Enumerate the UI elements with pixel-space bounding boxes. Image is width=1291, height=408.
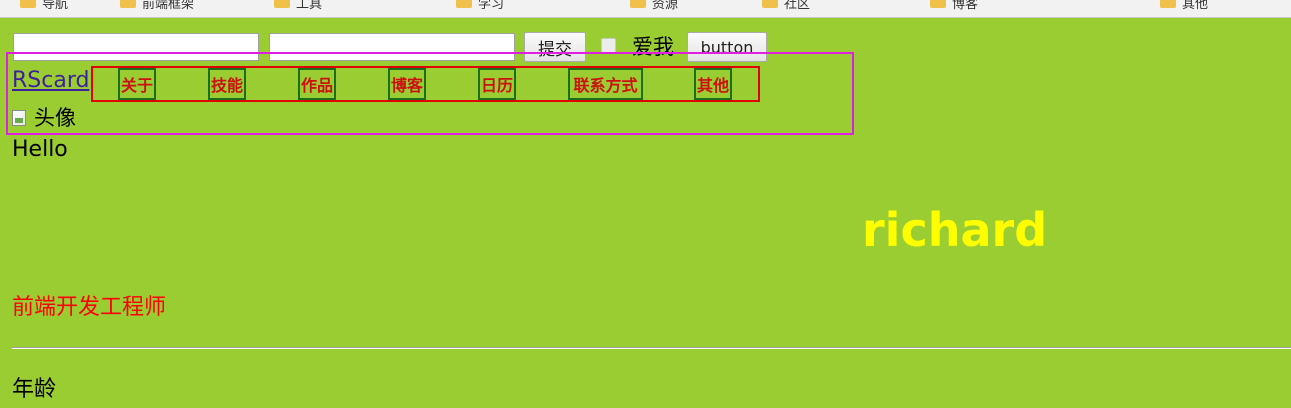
folder-icon [120, 0, 136, 8]
age-label: 年龄 [12, 377, 57, 402]
bookmark-item[interactable]: 资源 [630, 0, 678, 12]
love-me-checkbox[interactable] [601, 38, 616, 53]
bookmark-label: 导航 [42, 0, 69, 12]
job-title: 前端开发工程师 [12, 295, 167, 320]
folder-icon [930, 0, 946, 8]
brand-link[interactable]: RScard [12, 68, 89, 94]
avatar-alt-text: 头像 [34, 106, 76, 130]
horizontal-divider [12, 347, 1291, 349]
nav-item-other[interactable]: 其他 [694, 68, 732, 100]
bookmark-label: 博客 [952, 0, 979, 12]
bookmark-label: 学习 [478, 0, 505, 12]
folder-icon [20, 0, 36, 8]
bookmark-label: 资源 [652, 0, 679, 12]
folder-icon [1160, 0, 1176, 8]
greeting-text: Hello [12, 137, 68, 162]
nav-item-blog[interactable]: 博客 [388, 68, 426, 100]
avatar: 头像 [12, 105, 76, 131]
bookmark-label: 工具 [296, 0, 323, 12]
folder-icon [274, 0, 290, 8]
bookmarks-bar: 导航 前端框架 工具 学习 资源 社区 博客 其他 [0, 0, 1291, 18]
folder-icon [456, 0, 472, 8]
nav-item-calendar[interactable]: 日历 [478, 68, 516, 100]
bookmark-label: 社区 [784, 0, 811, 12]
nav-item-contact[interactable]: 联系方式 [568, 68, 643, 100]
nav-item-about[interactable]: 关于 [118, 68, 156, 100]
bookmark-item[interactable]: 社区 [762, 0, 810, 12]
bookmark-item[interactable]: 学习 [456, 0, 504, 12]
bookmark-item[interactable]: 其他 [1160, 0, 1208, 12]
folder-icon [630, 0, 646, 8]
bookmark-item[interactable]: 工具 [274, 0, 322, 12]
folder-icon [762, 0, 778, 8]
nav-item-skills[interactable]: 技能 [208, 68, 246, 100]
nav-item-works[interactable]: 作品 [298, 68, 336, 100]
bookmark-item[interactable]: 导航 [20, 0, 68, 12]
bookmark-label: 前端框架 [142, 0, 195, 12]
bookmark-label: 其他 [1182, 0, 1209, 12]
name-heading: richard [862, 203, 1048, 257]
broken-image-icon [12, 110, 26, 126]
bookmark-item[interactable]: 博客 [930, 0, 978, 12]
bookmark-item[interactable]: 前端框架 [120, 0, 194, 12]
